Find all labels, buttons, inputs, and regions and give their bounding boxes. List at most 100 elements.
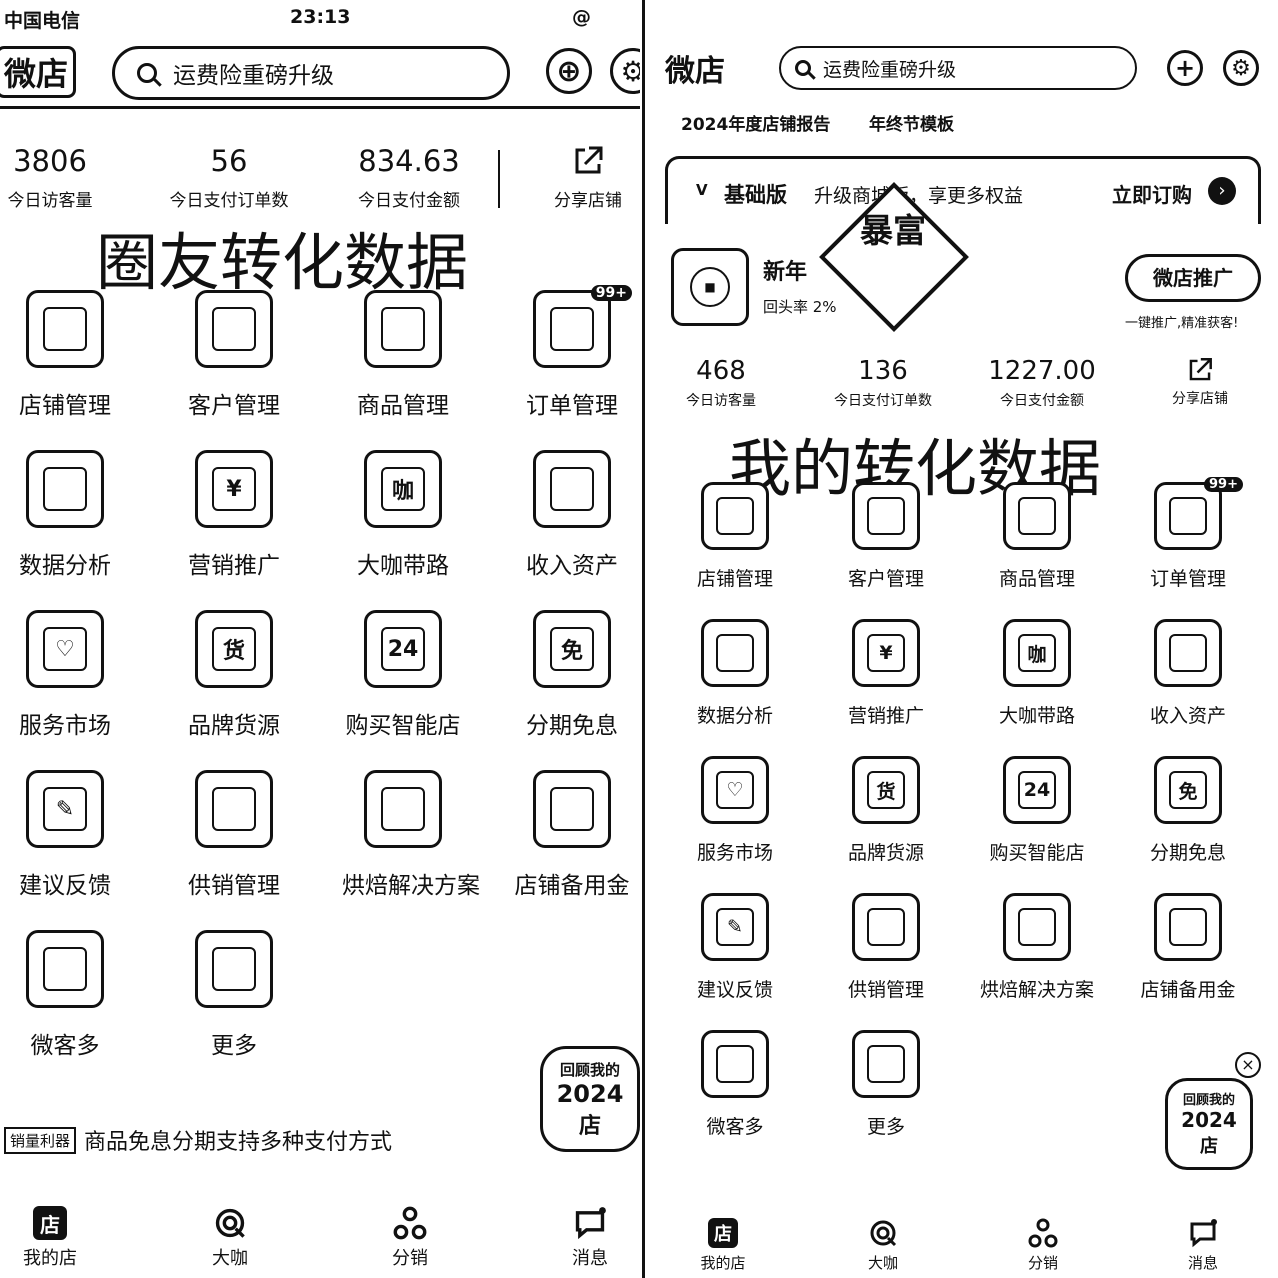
status-bar: 中国电信 23:13 @: [0, 4, 640, 34]
grid-item-10[interactable]: 货品牌货源: [173, 610, 295, 740]
tab-my-shop[interactable]: 店我的店: [683, 1218, 763, 1273]
grid-item-label: 数据分析: [696, 705, 773, 727]
template-link[interactable]: 年终节模板: [869, 110, 954, 135]
grid-item-glyph: 货: [212, 627, 256, 671]
grid-item-14[interactable]: 供销管理: [173, 770, 295, 900]
tab-distribution[interactable]: 分销: [1003, 1218, 1083, 1273]
grid-item-label: 建议反馈: [696, 979, 773, 1001]
upgrade-banner[interactable]: V 基础版 升级商城版，享更多权益 立即订购 ›: [665, 156, 1261, 224]
grid-item-icon: [364, 770, 442, 848]
grid-item-15[interactable]: 烘焙解决方案: [977, 893, 1097, 1002]
tab-my-shop[interactable]: 店我的店: [8, 1206, 92, 1270]
grid-item-label: 服务市场: [19, 713, 111, 739]
upgrade-text: 升级商城版，享更多权益: [814, 185, 1024, 207]
grid-item-11[interactable]: 24 购买智能店: [977, 756, 1097, 865]
review-2024-badge[interactable]: 回顾我的 2024 店: [540, 1046, 640, 1152]
count-badge: 99+: [590, 285, 632, 301]
grid-item-label: 营销推广: [188, 553, 280, 579]
count-badge: 99+: [1204, 477, 1243, 492]
grid-item-17[interactable]: 微客多: [4, 930, 126, 1060]
grid-item-8[interactable]: 收入资产: [1128, 619, 1248, 728]
gear-icon[interactable]: ⚙: [1223, 50, 1259, 86]
stat-value: 136: [858, 356, 908, 386]
grid-item-4[interactable]: 99+ 订单管理: [1128, 477, 1248, 591]
grid-item-icon: [195, 290, 273, 368]
grid-item-1[interactable]: 店铺管理: [4, 290, 126, 420]
grid-item-3[interactable]: 商品管理: [977, 482, 1097, 591]
grid-item-9[interactable]: ♡ 服务市场: [675, 756, 795, 865]
stat-value: 1227.00: [988, 356, 1096, 386]
grid-item-18[interactable]: 更多: [826, 1030, 946, 1139]
tab-messages[interactable]: 消息: [548, 1206, 632, 1270]
grid-item-label: 客户管理: [847, 568, 924, 590]
promo-text: 商品免息分期支持多种支付方式: [84, 1130, 393, 1155]
grid-item-6[interactable]: ¥ 营销推广: [826, 619, 946, 728]
grid-item-label: 烘焙解决方案: [342, 873, 480, 899]
share-icon: [1189, 358, 1212, 381]
review-2024-badge[interactable]: 回顾我的 2024 店: [1165, 1078, 1253, 1170]
promo-ticker[interactable]: 销量利器 商品免息分期支持多种支付方式: [4, 1124, 392, 1156]
shop-avatar[interactable]: ■: [671, 248, 749, 326]
grid-item-1[interactable]: 店铺管理: [675, 482, 795, 591]
grid-item-12[interactable]: 免分期免息: [1128, 756, 1248, 865]
arrow-right-icon: ›: [1208, 177, 1236, 205]
search-bar[interactable]: 运费险重磅升级: [779, 46, 1137, 90]
header-divider: [0, 106, 640, 109]
grid-item-2[interactable]: 客户管理: [173, 290, 295, 420]
grid-item-11[interactable]: 24 购买智能店: [342, 610, 464, 740]
grid-item-icon: 咖: [364, 450, 442, 528]
grid-item-4[interactable]: 99+ 订单管理: [511, 285, 633, 420]
add-icon[interactable]: ⊕: [546, 48, 592, 94]
shop-promo-button[interactable]: 微店推广: [1125, 254, 1261, 302]
grid-item-icon: 99+: [1154, 477, 1243, 550]
share-shop-button[interactable]: 分享店铺: [540, 144, 636, 211]
grid-item-13[interactable]: ✎ 建议反馈: [675, 893, 795, 1002]
grid-item-16[interactable]: 店铺备用金: [1128, 893, 1248, 1002]
grid-item-18[interactable]: 更多: [173, 930, 295, 1060]
grid-item-label: 店铺管理: [696, 568, 773, 590]
tab-daka[interactable]: 大咖: [188, 1206, 272, 1270]
grid-item-7[interactable]: 咖大咖带路: [342, 450, 464, 580]
grid-item-icon: [701, 482, 769, 550]
shop-icon: 店: [708, 1218, 738, 1248]
report-link[interactable]: 2024年度店铺报告: [681, 110, 830, 135]
share-shop-button[interactable]: 分享店铺: [1155, 356, 1245, 408]
grid-item-label: 收入资产: [526, 553, 618, 579]
search-placeholder: 运费险重磅升级: [173, 63, 334, 89]
grid-item-icon: ♡: [26, 610, 104, 688]
grid-item-8[interactable]: 收入资产: [511, 450, 633, 580]
grid-item-3[interactable]: 商品管理: [342, 290, 464, 420]
grid-item-15[interactable]: 烘焙解决方案: [342, 770, 480, 900]
grid-item-5[interactable]: 数据分析: [675, 619, 795, 728]
grid-item-icon: ✎: [26, 770, 104, 848]
grid-item-17[interactable]: 微客多: [675, 1030, 795, 1139]
close-icon[interactable]: ×: [1235, 1052, 1261, 1078]
grid-item-6[interactable]: ¥ 营销推广: [173, 450, 295, 580]
grid-item-glyph: [43, 307, 87, 351]
grid-item-glyph: ¥: [867, 634, 905, 672]
add-icon[interactable]: +: [1167, 50, 1203, 86]
grid-item-glyph: [550, 787, 594, 831]
grid-item-2[interactable]: 客户管理: [826, 482, 946, 591]
subscribe-cta[interactable]: 立即订购: [1112, 179, 1192, 208]
tab-distribution[interactable]: 分销: [368, 1206, 452, 1270]
grid-item-9[interactable]: ♡ 服务市场: [4, 610, 126, 740]
gear-icon[interactable]: ⚙: [610, 48, 640, 94]
grid-item-16[interactable]: 店铺备用金: [511, 770, 633, 900]
grid-item-label: 商品管理: [357, 393, 449, 419]
grid-item-label: 购买智能店: [345, 713, 461, 739]
grid-item-glyph: [212, 787, 256, 831]
grid-item-glyph: [867, 908, 905, 946]
grid-item-glyph: 免: [1169, 771, 1207, 809]
grid-item-7[interactable]: 咖大咖带路: [977, 619, 1097, 728]
grid-item-13[interactable]: ✎ 建议反馈: [4, 770, 126, 900]
tab-messages[interactable]: 消息: [1163, 1218, 1243, 1273]
grid-item-5[interactable]: 数据分析: [4, 450, 126, 580]
search-icon: [137, 63, 157, 83]
tab-daka[interactable]: 大咖: [843, 1218, 923, 1273]
search-bar[interactable]: 运费险重磅升级: [112, 46, 510, 100]
grid-item-glyph: 咖: [381, 467, 425, 511]
grid-item-12[interactable]: 免分期免息: [511, 610, 633, 740]
grid-item-14[interactable]: 供销管理: [826, 893, 946, 1002]
grid-item-10[interactable]: 货品牌货源: [826, 756, 946, 865]
